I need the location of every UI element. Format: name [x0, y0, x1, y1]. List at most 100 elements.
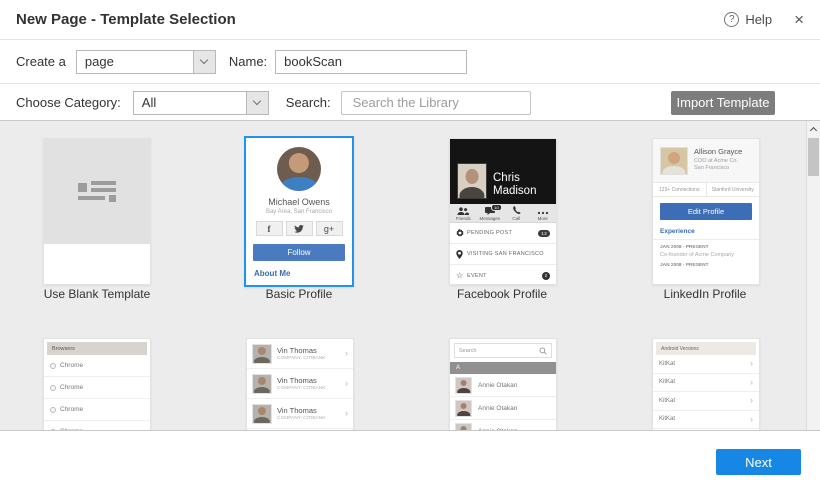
profile-info: Allison Grayce COO at Acme Co. San Franc…	[694, 147, 742, 182]
template-card-linkedin-profile[interactable]: Allison Grayce COO at Acme Co. San Franc…	[652, 138, 760, 285]
avatar	[455, 422, 472, 430]
profile-location: San Francisco	[694, 165, 730, 171]
friends-icon	[457, 206, 470, 215]
messages-badge: 10	[491, 203, 502, 211]
select-dropdown-button[interactable]	[245, 91, 268, 114]
linkedin-stats: 123+ Connections Stanford University	[653, 183, 759, 197]
profile-name: Allison Grayce	[694, 147, 743, 156]
select-dropdown-button[interactable]	[192, 50, 215, 73]
profile-name: Michael Owens	[268, 197, 330, 207]
page-type-select[interactable]: page	[75, 49, 216, 74]
create-row: Create a page Name:	[0, 40, 820, 84]
chevron-right-icon: ›	[750, 358, 753, 369]
more-icon	[537, 206, 549, 215]
template-card-browsers[interactable]: Browsers Chrome Chrome Chrome Chrome	[43, 338, 151, 430]
avatar	[252, 403, 272, 424]
dialog-footer: Next	[0, 431, 820, 486]
experience-date: JAN 2008 - PRESENT	[660, 245, 709, 250]
social-buttons: f g+	[255, 221, 343, 236]
template-card-basic-profile[interactable]: Michael Owens Bay Area, San Francisco f …	[244, 136, 354, 287]
list-item: Annie Otakan	[450, 420, 556, 430]
school-cell: Stanford University	[705, 183, 760, 196]
section-header: A	[450, 362, 556, 374]
new-page-dialog: New Page - Template Selection ? Help × C…	[0, 0, 820, 486]
list-item: KitKat›	[653, 374, 759, 392]
experience-heading: Experience	[660, 228, 695, 235]
avatar	[252, 343, 272, 364]
template-card-facebook-profile[interactable]: Chris Madison Friends 10 Messages Call M…	[449, 138, 557, 285]
scroll-thumb[interactable]	[808, 138, 819, 176]
list-header: Browsers	[47, 342, 147, 355]
template-grid: Use Blank Template Michael Owens Bay Are…	[0, 120, 820, 431]
chevron-up-icon	[809, 126, 818, 135]
chevron-right-icon: ›	[750, 395, 753, 406]
template-card-directory[interactable]: Search A Annie Otakan Annie Otakan Annie…	[449, 338, 557, 430]
choose-category-label: Choose Category:	[16, 95, 121, 110]
chevron-right-icon: ›	[345, 378, 348, 388]
library-search-input[interactable]	[352, 95, 529, 110]
avatar	[252, 373, 272, 394]
list-item: Annie Otakan	[450, 397, 556, 420]
help-button[interactable]: ? Help	[724, 12, 772, 27]
template-card-blank[interactable]	[43, 138, 151, 285]
list-item: KitKat›	[653, 355, 759, 374]
avatar	[455, 399, 472, 417]
next-button[interactable]: Next	[716, 449, 801, 475]
list-item: Chrome	[44, 355, 150, 377]
template-caption-facebook-profile: Facebook Profile	[456, 287, 548, 301]
template-caption-linkedin-profile: LinkedIn Profile	[663, 287, 747, 301]
star-icon: ☆	[456, 270, 464, 280]
divider	[653, 239, 759, 240]
scrollbar[interactable]	[806, 121, 820, 430]
list-item: Vin Thomas COMPANY: CITIBANK ›	[247, 369, 353, 399]
list-header: Android Versions	[656, 342, 756, 355]
location-pin-icon	[456, 249, 467, 259]
category-value: All	[141, 95, 157, 110]
visiting-row: VISITING SAN FRANCISCO	[450, 244, 556, 265]
follow-button: Follow	[253, 244, 345, 261]
profile-role: COO at Acme Co.	[694, 157, 739, 164]
experience-date: JAN 2008 - PRESENT	[660, 263, 709, 268]
list-item: Chrome	[44, 421, 150, 430]
template-caption-blank: Use Blank Template	[43, 287, 151, 301]
messages-icon: 10	[484, 203, 502, 215]
facebook-icon: f	[255, 221, 283, 236]
facebook-action-bar: Friends 10 Messages Call More	[450, 203, 557, 223]
avatar	[455, 376, 472, 394]
list-item: KitKat›	[653, 392, 759, 411]
template-card-android-versions[interactable]: Android Versions KitKat › KitKat › KitKat ›…	[652, 338, 760, 430]
list-item: KitKat›	[653, 411, 759, 429]
template-card-contacts[interactable]: Vin Thomas COMPANY: CITIBANK › Vin Thomas…	[246, 338, 354, 430]
category-select[interactable]: All	[132, 90, 269, 115]
filter-row: Choose Category: All Search: Import Temp…	[0, 85, 820, 120]
library-search-box	[340, 90, 531, 115]
chevron-down-icon	[253, 96, 262, 106]
list-item: Annie Otakan	[450, 374, 556, 397]
connections-cell: 123+ Connections	[659, 186, 700, 193]
list-item: Chrome	[44, 377, 150, 399]
scroll-up-button[interactable]	[807, 121, 820, 137]
messages-action: 10 Messages	[479, 203, 502, 221]
more-action: More	[530, 204, 557, 222]
name-input[interactable]	[275, 49, 468, 74]
chevron-right-icon: ›	[750, 413, 753, 424]
radio-icon	[50, 362, 56, 369]
google-plus-icon: g+	[315, 221, 343, 236]
import-template-button[interactable]: Import Template	[671, 90, 775, 115]
list-item: Vin Thomas COMPANY: CITIBANK ›	[247, 399, 353, 429]
name-label: Name:	[228, 54, 268, 69]
pending-post-row: PENDING POST 12	[450, 223, 556, 244]
radio-icon	[50, 384, 56, 391]
close-icon[interactable]: ×	[794, 11, 804, 28]
linkedin-header: Allison Grayce COO at Acme Co. San Franc…	[653, 139, 759, 183]
gear-icon	[456, 229, 467, 237]
blank-thumbnail	[44, 139, 150, 244]
list-item: Chrome	[44, 399, 150, 421]
help-label: Help	[745, 12, 773, 27]
pending-post-badge: 12	[538, 229, 550, 237]
avatar	[660, 147, 688, 175]
friends-action: Friends	[450, 204, 477, 222]
profile-name: Chris Madison	[493, 171, 537, 197]
avatar	[457, 163, 487, 199]
radio-icon	[50, 406, 56, 413]
